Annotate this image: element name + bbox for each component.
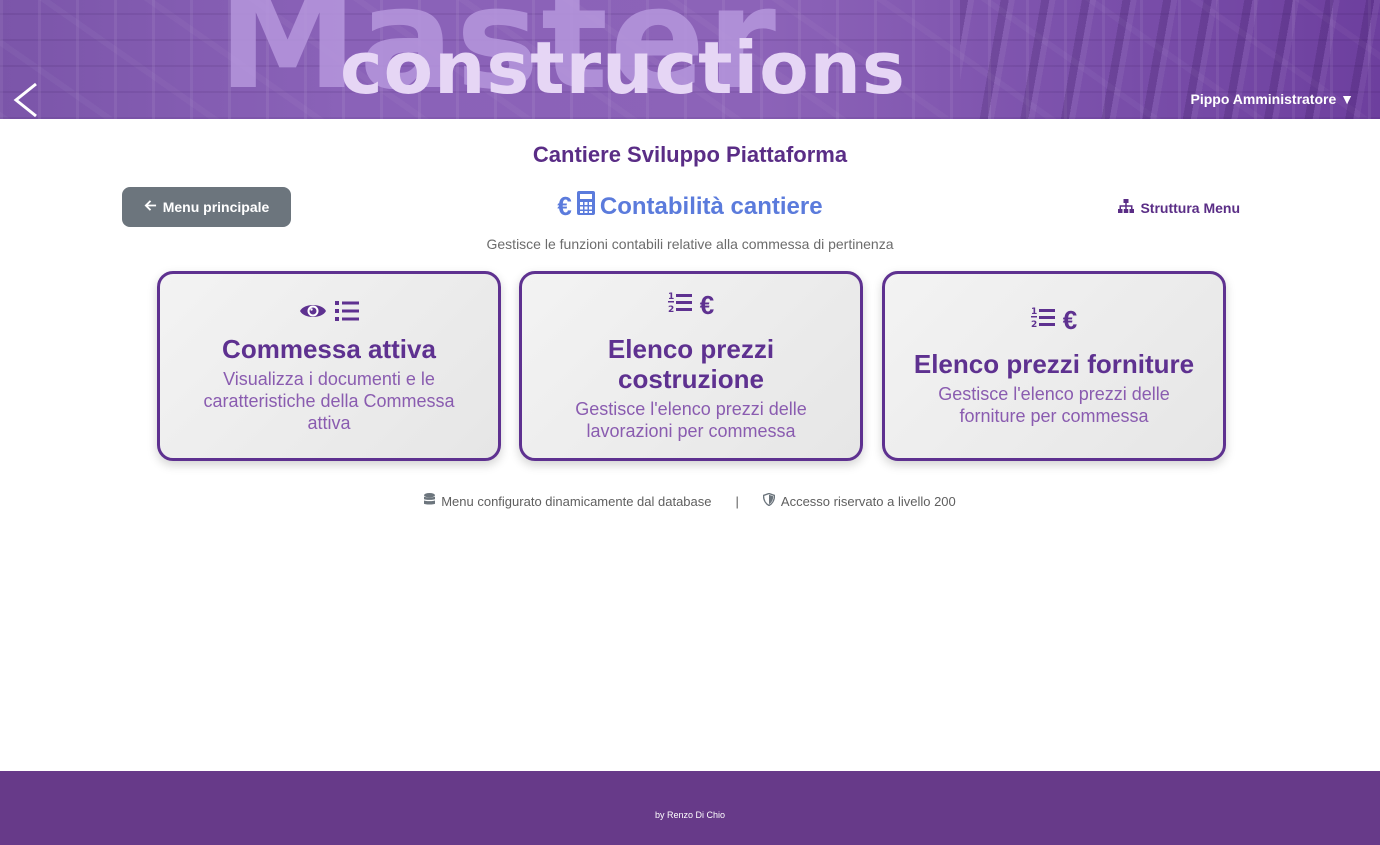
access-note: Accesso riservato a livello 200: [780, 493, 956, 509]
shield-icon: [762, 492, 776, 509]
card-icons: [299, 298, 359, 328]
euro-icon: €: [557, 191, 572, 221]
structure-menu-label: Struttura Menu: [1140, 199, 1240, 216]
card-title: Commessa attiva: [222, 334, 436, 364]
section-description: Gestisce le funzioni contabili relative …: [486, 236, 894, 252]
svg-text:2: 2: [668, 305, 674, 314]
back-arrow-icon[interactable]: [10, 80, 42, 119]
svg-text:1: 1: [1031, 307, 1037, 317]
footer-credit: by Renzo Di Chio: [654, 810, 726, 820]
user-menu-dropdown[interactable]: Pippo Amministratore ▼: [1191, 91, 1354, 107]
structure-menu-link[interactable]: Struttura Menu: [1118, 199, 1240, 216]
card-elenco-prezzi-costruzione[interactable]: 1 2 € Elenco prezzi costruzione Gestisce…: [519, 271, 863, 461]
info-line: Menu configurato dinamicamente dal datab…: [0, 492, 1380, 509]
card-commessa-attiva[interactable]: Commessa attiva Visualizza i documenti e…: [157, 271, 501, 461]
euro-icon: €: [699, 289, 715, 320]
numbered-list-icon: 1 2: [1030, 305, 1055, 336]
list-icon: [335, 298, 359, 329]
card-title: Elenco prezzi forniture: [913, 349, 1195, 379]
card-icons: 1 2 €: [1030, 304, 1078, 336]
sitemap-icon: [1118, 199, 1135, 216]
section-title-label: Contabilità cantiere: [599, 192, 823, 220]
database-icon: [424, 493, 436, 509]
info-separator: |: [735, 493, 739, 509]
svg-text:2: 2: [1031, 320, 1037, 329]
card-icons: 1 2 €: [667, 289, 715, 321]
header-banner: Master constructions Pippo Amministrator…: [0, 0, 1380, 119]
svg-text:1: 1: [668, 292, 674, 302]
page-title: Cantiere Sviluppo Piattaforma: [532, 142, 848, 167]
card-elenco-prezzi-forniture[interactable]: 1 2 € Elenco prezzi forniture Gestisce l…: [882, 271, 1226, 461]
card-description: Gestisce l'elenco prezzi delle lavorazio…: [575, 399, 807, 441]
card-description: Gestisce l'elenco prezzi delle forniture…: [938, 384, 1170, 426]
card-title: Elenco prezzi costruzione: [607, 334, 775, 394]
footer: by Renzo Di Chio: [0, 771, 1380, 845]
logo-constructions-text: constructions: [340, 26, 906, 110]
database-note: Menu configurato dinamicamente dal datab…: [441, 493, 712, 509]
numbered-list-icon: 1 2: [667, 290, 692, 321]
euro-icon: €: [1062, 304, 1078, 335]
eye-icon: [299, 298, 327, 329]
calculator-icon: [576, 190, 596, 223]
card-description: Visualizza i documenti e le caratteristi…: [203, 369, 455, 433]
